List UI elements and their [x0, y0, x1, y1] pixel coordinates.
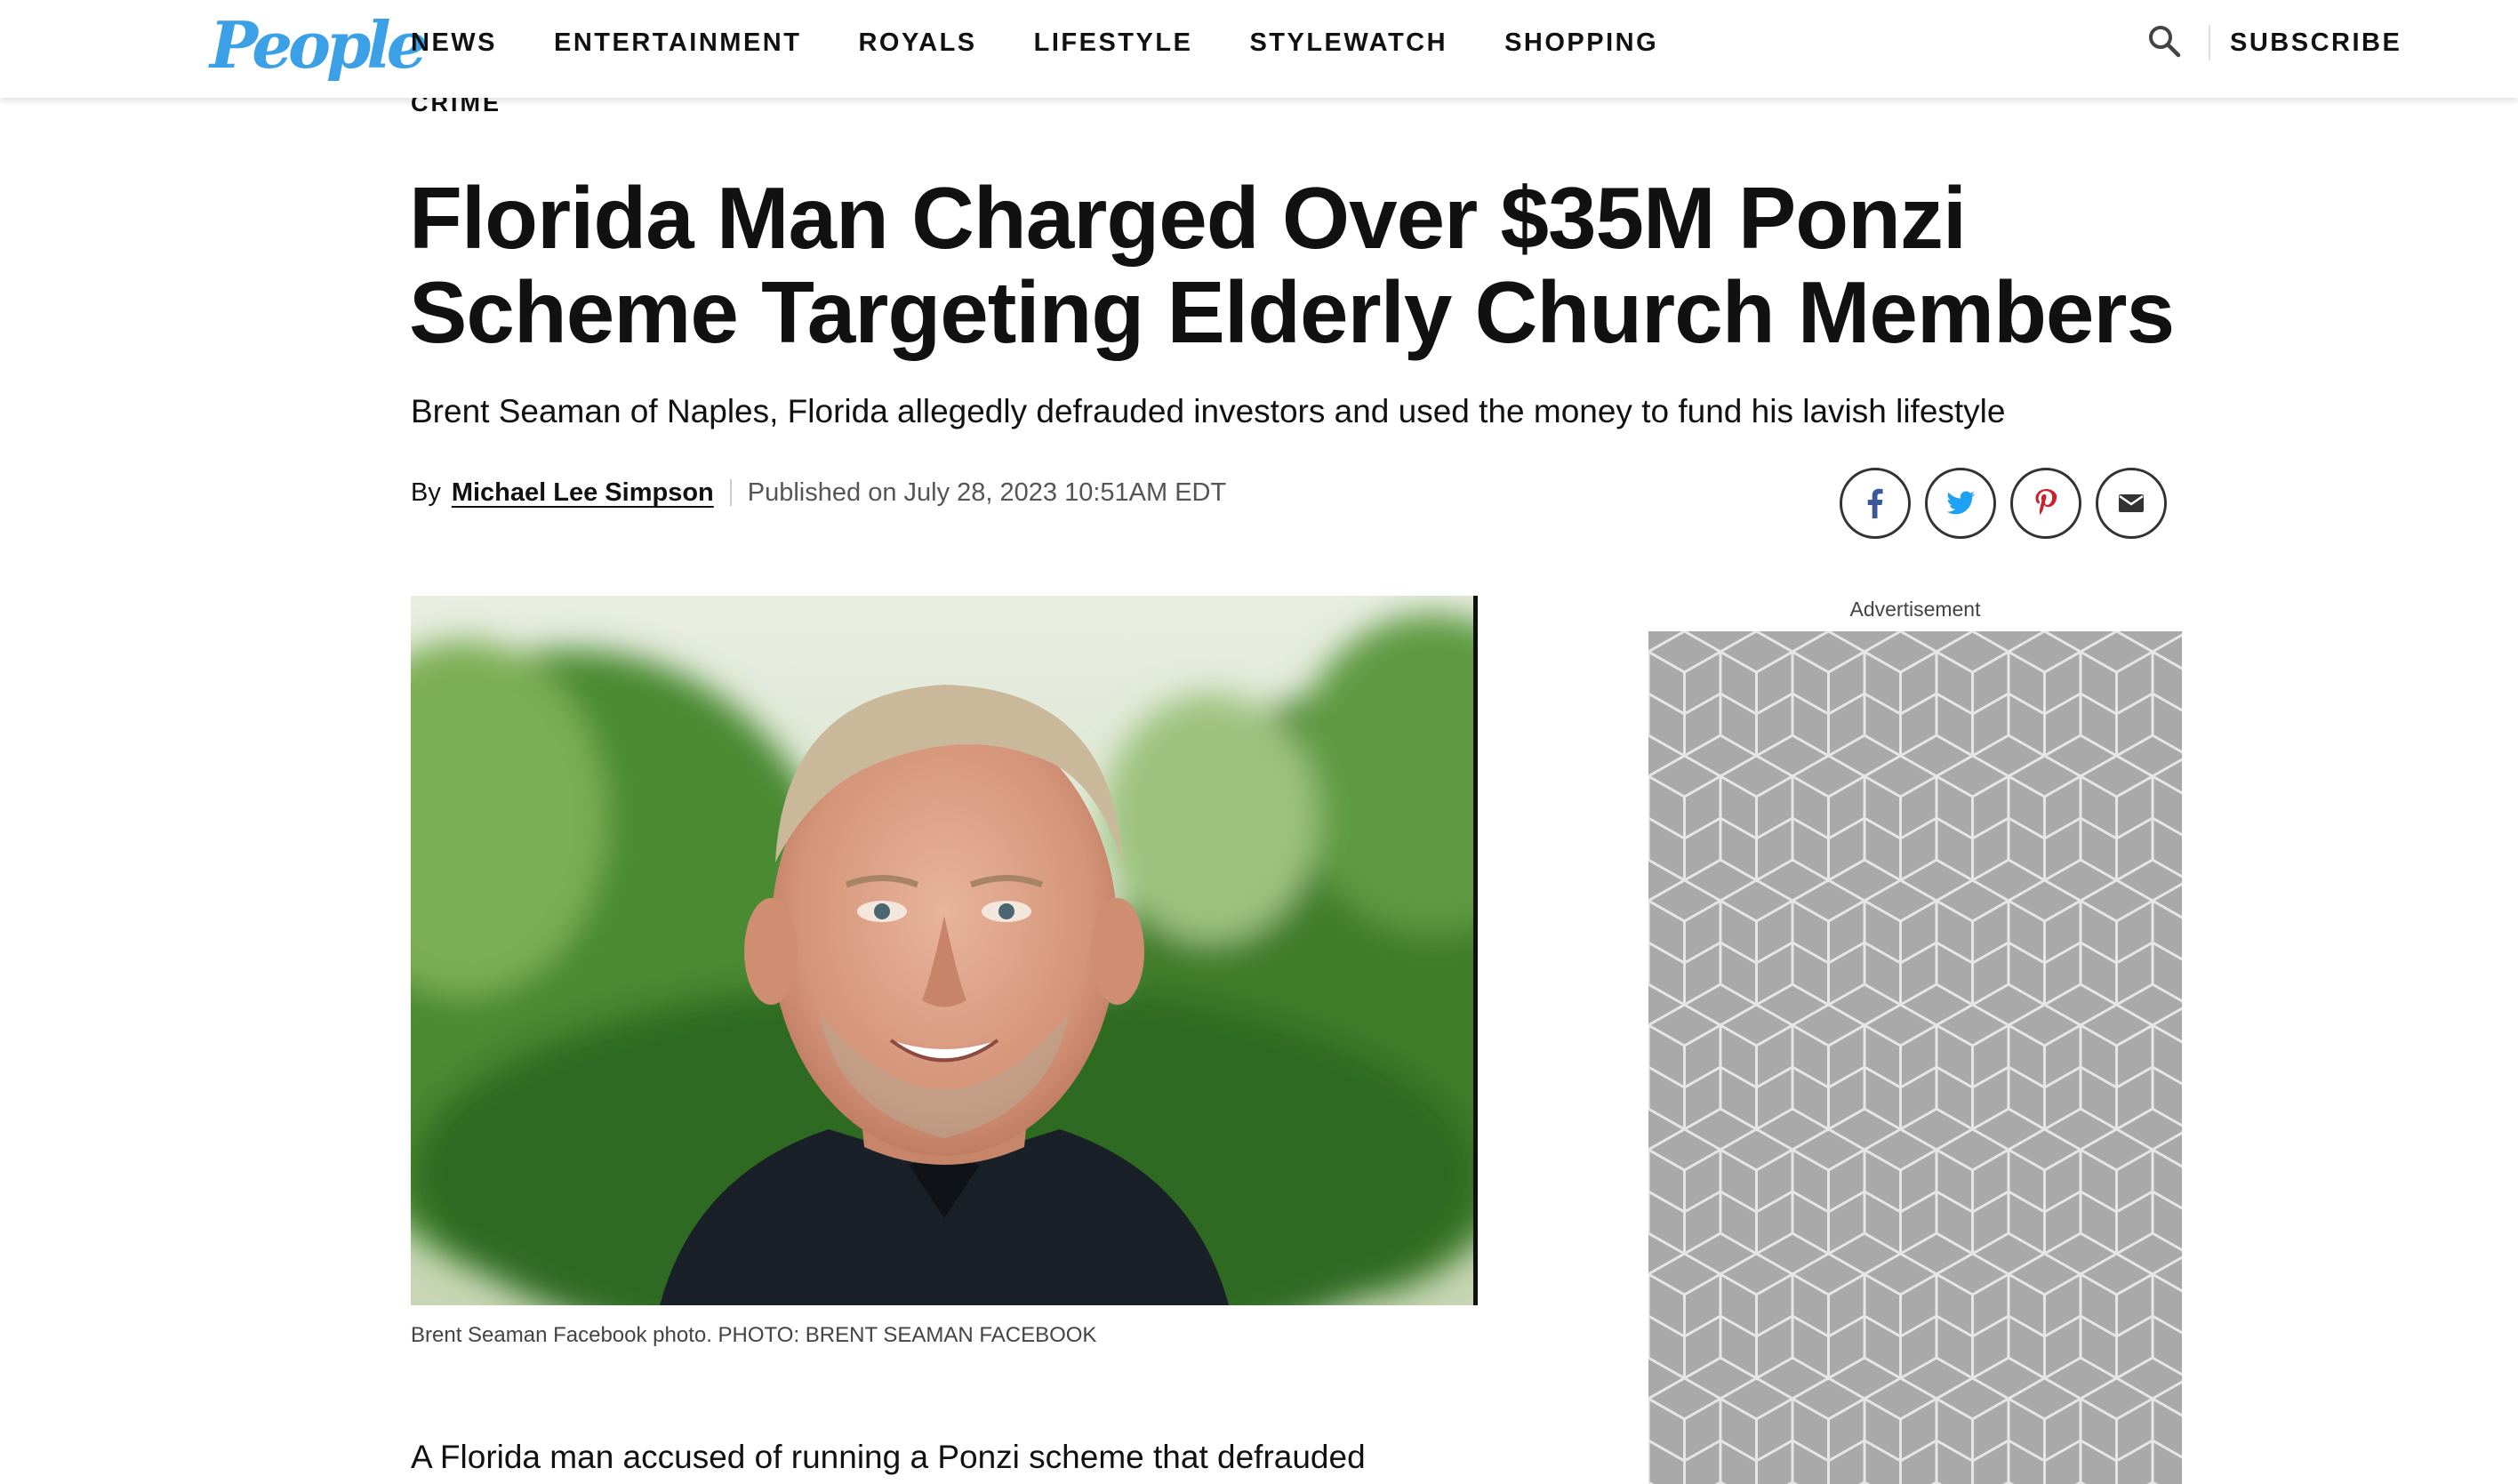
article-subheadline: Brent Seaman of Naples, Florida allegedl…: [411, 393, 2006, 429]
header-divider: [2209, 25, 2210, 60]
facebook-share-button[interactable]: [1840, 468, 1911, 539]
nav-item-news[interactable]: NEWS: [411, 27, 497, 59]
byline-prefix: By: [411, 478, 441, 507]
email-icon: [2119, 494, 2144, 512]
nav-item-lifestyle[interactable]: LIFESTYLE: [1034, 27, 1193, 59]
article-headline: Florida Man Charged Over $35M Ponzi Sche…: [409, 169, 2175, 361]
byline-divider: [729, 479, 732, 506]
nav-item-entertainment[interactable]: ENTERTAINMENT: [554, 27, 801, 59]
nav-item-royals[interactable]: ROYALS: [858, 27, 976, 59]
pinterest-icon: [2035, 489, 2057, 515]
search-icon[interactable]: [2146, 23, 2182, 59]
twitter-share-button[interactable]: [1925, 468, 1996, 539]
subscribe-button[interactable]: SUBSCRIBE: [2230, 27, 2402, 59]
email-share-button[interactable]: [2096, 468, 2167, 539]
nav-item-stylewatch[interactable]: STYLEWATCH: [1249, 27, 1447, 59]
article-photo[interactable]: [411, 596, 1478, 1305]
portrait-image: [411, 596, 1473, 1305]
byline: By Michael Lee Simpson Published on July…: [411, 475, 1226, 510]
ad-placeholder[interactable]: [1648, 631, 2182, 1484]
article-body: A Florida man accused of running a Ponzi…: [411, 1439, 1366, 1484]
nav-item-shopping[interactable]: SHOPPING: [1504, 27, 1658, 59]
ad-pattern: [1648, 631, 2182, 1484]
facebook-icon: [1867, 488, 1883, 518]
main-nav: NEWS ENTERTAINMENT ROYALS LIFESTYLE STYL…: [411, 27, 1715, 59]
ad-label: Advertisement: [1849, 598, 1981, 621]
people-logo[interactable]: People: [210, 5, 428, 85]
photo-caption: Brent Seaman Facebook photo. PHOTO: BREN…: [411, 1323, 1097, 1347]
author-link[interactable]: Michael Lee Simpson: [452, 475, 714, 510]
twitter-icon: [1946, 491, 1975, 515]
published-date: Published on July 28, 2023 10:51AM EDT: [747, 478, 1227, 507]
pinterest-share-button[interactable]: [2010, 468, 2081, 539]
site-header: People NEWS ENTERTAINMENT ROYALS LIFESTY…: [0, 0, 2518, 98]
social-share: [1840, 468, 2167, 539]
